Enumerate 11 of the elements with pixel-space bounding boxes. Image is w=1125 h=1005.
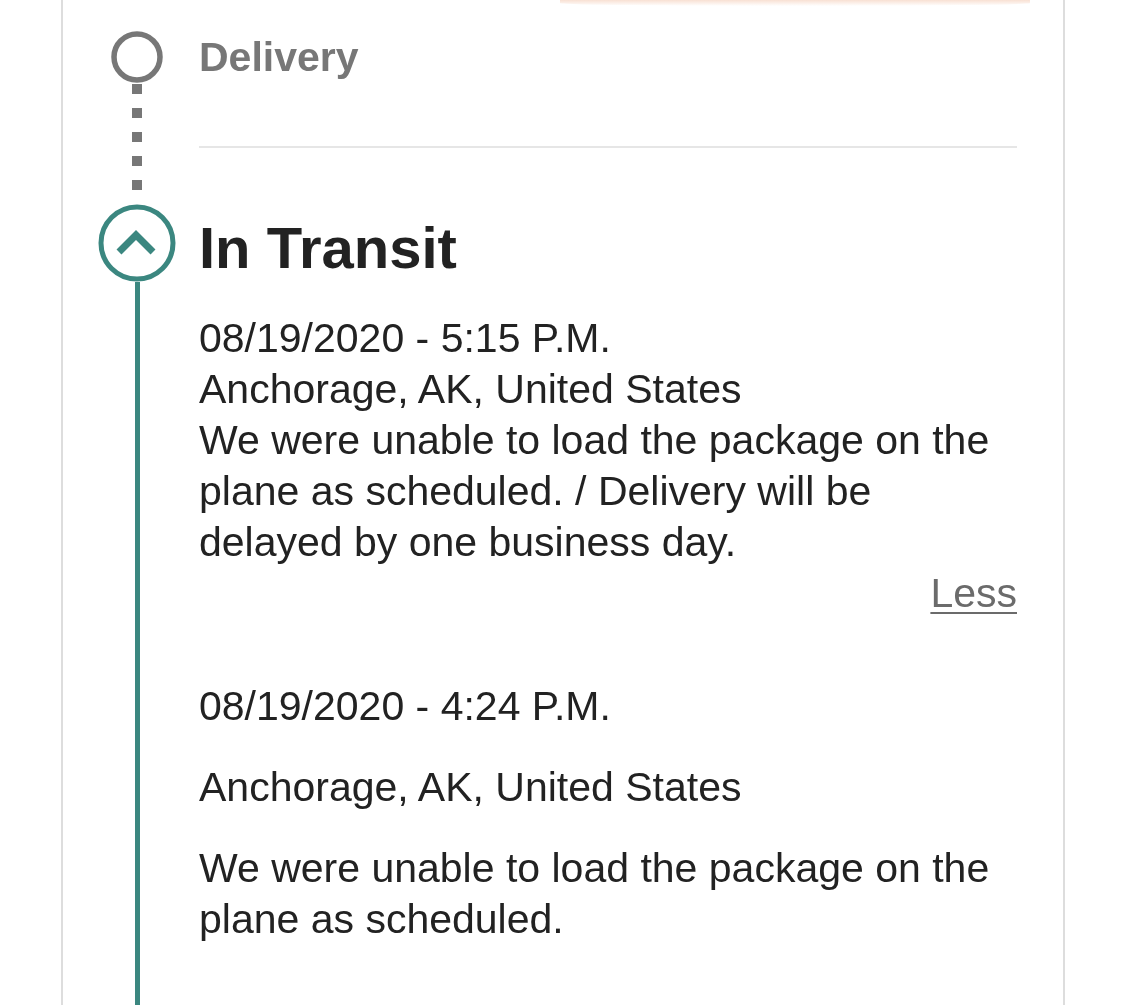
less-link[interactable]: Less <box>930 568 1017 619</box>
event-location: Anchorage, AK, United States <box>199 365 743 414</box>
event-date: 08/19/2020 - 5:15 P.M. <box>199 314 612 363</box>
step-title: Delivery <box>199 33 359 82</box>
ring-icon <box>111 31 163 83</box>
event-location: Anchorage, AK, United States <box>199 763 743 812</box>
event-description: We were unable to load the package on the plane as scheduled. / Delivery will be delayed by one business day. <box>199 416 991 567</box>
chevron-up-circle-icon[interactable] <box>98 204 176 282</box>
event-description: We were unable to load the package on the plane as scheduled. <box>199 844 991 944</box>
step-title: In Transit <box>199 214 457 281</box>
event-date: 08/19/2020 - 4:24 P.M. <box>199 682 612 731</box>
